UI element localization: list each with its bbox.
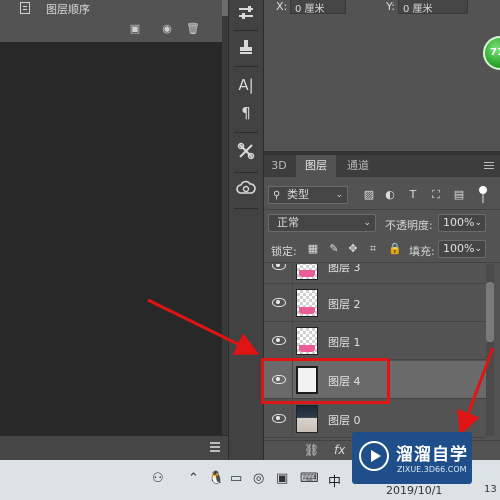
lock-artboard-icon[interactable]: ⌗ [367, 243, 379, 255]
chevron-down-icon: ⌄ [363, 218, 371, 228]
divider [292, 284, 293, 322]
pink-shape [299, 307, 315, 314]
search-icon: ⚲ [273, 190, 281, 201]
history-toolbar: ▣ ◉ 🗑 [0, 18, 222, 42]
watermark-title: 溜溜自学 [396, 445, 468, 465]
lock-transparent-icon[interactable]: ▦ [307, 243, 319, 255]
layer-thumbnail [296, 289, 318, 317]
character-icon[interactable]: A| [229, 76, 263, 94]
fx-button[interactable]: fx [334, 443, 345, 457]
watermark-url: ZIXUE.3D66.COM [397, 465, 467, 474]
x-label: X: [276, 0, 288, 13]
opacity-field[interactable]: 100% ⌄ [438, 214, 486, 232]
stamp-icon[interactable] [229, 38, 263, 59]
divider [234, 172, 258, 173]
pink-shape [299, 345, 315, 352]
adjustments-icon[interactable] [229, 4, 263, 25]
canvas-area[interactable] [0, 43, 222, 435]
layer-row[interactable]: 图层 1 [264, 322, 486, 360]
left-bottom-bar [0, 435, 228, 460]
info-panel: X: 0 厘米 Y: 0 厘米 [264, 0, 500, 151]
chevron-down-icon: ⌄ [474, 218, 482, 228]
layer-name: 图层 2 [328, 298, 361, 311]
layers-scrollbar-thumb[interactable] [486, 282, 494, 342]
fill-label: 填充: [409, 245, 435, 258]
divider [264, 209, 500, 210]
adjustment-filter-icon[interactable]: ◐ [384, 189, 396, 201]
opacity-label: 不透明度: [385, 219, 433, 232]
layers-tabs: 3D 图层 通道 [264, 155, 500, 177]
panel-menu-icon[interactable] [484, 162, 494, 171]
play-logo-icon [359, 441, 389, 471]
divider [234, 30, 258, 31]
creative-cloud-icon[interactable] [229, 180, 263, 199]
tools-icon[interactable] [229, 142, 263, 163]
keyboard-icon[interactable]: ⌨ [300, 471, 319, 486]
qq-icon[interactable]: 🐧 [208, 471, 224, 486]
eye-icon[interactable] [272, 335, 286, 345]
eye-icon[interactable] [272, 413, 286, 423]
network-icon[interactable]: ◎ [253, 471, 264, 486]
filter-kind-label: 类型 [287, 188, 309, 201]
eye-icon[interactable] [272, 297, 286, 307]
type-filter-icon[interactable]: T [407, 189, 419, 201]
divider [234, 208, 258, 209]
people-icon[interactable]: ⚇ [152, 471, 164, 486]
divider [264, 262, 500, 263]
trash-icon[interactable]: 🗑 [186, 23, 200, 35]
battery-icon[interactable]: ▭ [230, 471, 242, 486]
pixel-filter-icon[interactable]: ▨ [363, 189, 375, 201]
filter-kind-select[interactable]: ⚲ 类型 ⌄ [268, 186, 348, 204]
chevron-down-icon: ⌄ [474, 244, 482, 254]
new-document-icon[interactable]: ▣ [128, 23, 142, 35]
pink-shape [299, 270, 315, 277]
blend-mode-select[interactable]: 正常 ⌄ [268, 214, 376, 232]
red-highlight-box [261, 358, 390, 404]
fill-field[interactable]: 100% ⌄ [438, 240, 486, 258]
divider [234, 66, 258, 67]
filter-toggle[interactable] [479, 186, 487, 194]
layer-thumbnail [296, 327, 318, 355]
smart-object-filter-icon[interactable]: ▤ [453, 189, 465, 201]
watermark-logo: 溜溜自学 ZIXUE.3D66.COM [352, 432, 472, 484]
document-title: 图层顺序 [46, 3, 90, 16]
y-value: 0 厘米 [398, 0, 468, 15]
tab-3d[interactable]: 3D [264, 155, 294, 177]
app-tray-icon[interactable]: ▣ [276, 471, 288, 486]
filter-toggle-stem [482, 194, 484, 203]
y-label: Y: [386, 0, 395, 13]
chevron-down-icon: ⌄ [335, 190, 343, 200]
panel-dock-column: A| ¶ [228, 0, 264, 460]
input-language[interactable]: 中 [328, 471, 341, 490]
divider [234, 132, 258, 133]
document-titlebar: 图层顺序 [0, 0, 222, 18]
tab-channels[interactable]: 通道 [338, 155, 378, 177]
layer-name: 图层 0 [328, 414, 361, 427]
opacity-value: 100% [443, 216, 475, 229]
layer-thumbnail [296, 405, 318, 433]
layer-row[interactable]: 图层 2 [264, 284, 486, 322]
paragraph-icon[interactable]: ¶ [229, 104, 263, 122]
divider [292, 400, 293, 438]
lock-label: 锁定: [271, 245, 297, 258]
camera-snapshot-icon[interactable]: ◉ [160, 23, 174, 35]
lock-image-brush-icon[interactable]: ✎ [328, 243, 340, 255]
link-icon[interactable]: ⛓ [304, 443, 319, 457]
document-icon [20, 2, 30, 14]
chevron-up-icon[interactable]: ⌃ [188, 471, 199, 486]
layer-name: 图层 1 [328, 336, 361, 349]
blend-mode-label: 正常 [277, 216, 299, 229]
panel-menu-icon[interactable] [210, 442, 220, 454]
lock-position-icon[interactable]: ✥ [347, 243, 359, 255]
lock-all-icon[interactable]: 🔒 [388, 243, 402, 255]
taskbar-corner: 13 [484, 484, 497, 495]
fill-value: 100% [443, 242, 475, 255]
shape-filter-icon[interactable]: ⛶ [430, 189, 442, 201]
x-value: 0 厘米 [290, 0, 346, 15]
taskbar-date[interactable]: 2019/10/1 [386, 484, 442, 497]
tab-layers[interactable]: 图层 [296, 155, 336, 177]
divider [292, 322, 293, 360]
